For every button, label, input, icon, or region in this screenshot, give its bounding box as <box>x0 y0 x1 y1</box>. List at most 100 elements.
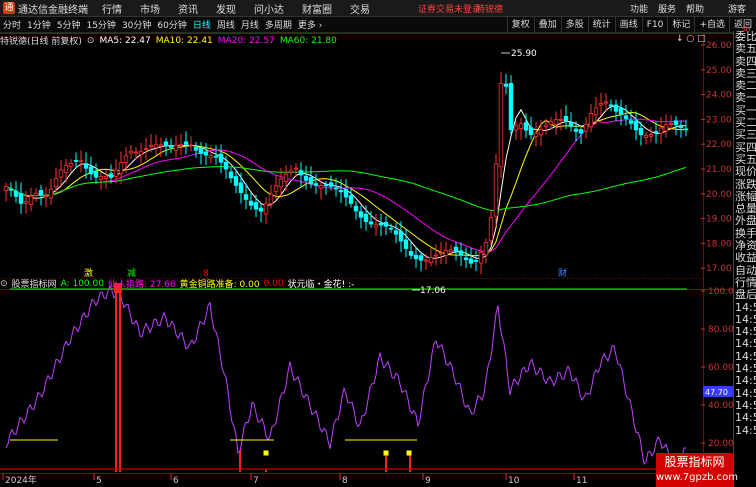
side-panel-item[interactable]: 14:50 <box>734 326 756 338</box>
side-panel-item[interactable]: 买一 <box>734 105 756 117</box>
indicator-tick-label: 60.00 <box>708 363 733 373</box>
candle-body <box>568 121 574 127</box>
candle-body <box>78 160 84 163</box>
price-tick-label: 26.00 <box>706 41 732 51</box>
side-panel-item[interactable]: 行情 <box>734 277 756 289</box>
signal-marker <box>263 450 269 456</box>
side-panel-item[interactable]: 盘后 <box>734 289 756 301</box>
date-tick-label: 10 <box>508 476 520 486</box>
candle-body <box>183 141 189 145</box>
candle-body <box>63 165 69 174</box>
candle-body <box>453 246 459 252</box>
candle-body <box>203 151 209 156</box>
candle-body <box>603 101 609 104</box>
side-panel-item[interactable]: 外盘 <box>734 215 756 227</box>
candle-body <box>543 124 549 128</box>
side-panel-item[interactable]: 换手 <box>734 228 756 240</box>
side-panel-item[interactable]: 净资 <box>734 240 756 252</box>
side-panel-item[interactable]: 卖二 <box>734 80 756 92</box>
candle-body <box>443 250 449 256</box>
candle-body <box>533 132 539 138</box>
side-panel-item[interactable]: 14:50 <box>734 388 756 400</box>
side-panel-item[interactable]: 14:50 <box>734 412 756 424</box>
side-panel-item[interactable]: 买五 <box>734 154 756 166</box>
indicator-hjtl-label: 黄金铜路准备: 0.00 <box>179 280 260 290</box>
candle-body <box>168 145 174 148</box>
side-panel-item[interactable]: 14:50 <box>734 314 756 326</box>
chart-canvas[interactable]: 26.00 25.00 24.00 23.00 22.00 21.00 20.00 19.00… <box>0 0 733 487</box>
side-panel-item[interactable]: 买二 <box>734 117 756 129</box>
candle-body <box>433 254 439 257</box>
side-panel-item[interactable]: 自动 <box>734 265 756 277</box>
candle-body <box>288 170 294 173</box>
candle-body <box>153 144 159 149</box>
date-tick-label: 9 <box>425 476 431 486</box>
candle-body <box>318 185 324 189</box>
date-tick-label: 11 <box>576 476 587 486</box>
candle-body <box>508 82 514 131</box>
candle-body <box>83 163 89 169</box>
side-panel-item[interactable]: 14:50 <box>734 363 756 375</box>
candle-body <box>653 131 659 134</box>
side-panel-item[interactable]: 14:50 <box>734 338 756 350</box>
candle-body <box>173 144 179 151</box>
side-panel-item[interactable]: 14:50 <box>734 302 756 314</box>
candle-body <box>458 250 464 256</box>
side-panel-item[interactable]: 涨跌 <box>734 179 756 191</box>
candle-body <box>358 211 364 218</box>
side-panel-item[interactable]: 现价 <box>734 166 756 178</box>
indicator-tick-label: 40.00 <box>708 401 733 411</box>
side-panel-item[interactable]: 涨幅 <box>734 191 756 203</box>
chart-settings-icons[interactable]: ↓ ○ □ <box>676 34 706 44</box>
price-tick-label: 18.00 <box>706 239 732 249</box>
quote-side-panel[interactable]: 委比 卖五 卖四 卖三 卖二 卖一 买一 买二 买三 买四 买五 现价 涨跌 涨幅 总量 外盘 换手 净资 收益 自动… <box>733 31 756 487</box>
restore-icon[interactable]: ⊙ <box>87 36 95 46</box>
candle-body <box>493 163 499 217</box>
side-panel-item[interactable]: 收益 <box>734 252 756 264</box>
side-panel-item[interactable]: 买三 <box>734 129 756 141</box>
candle-body <box>528 127 534 135</box>
candle-body <box>253 202 259 210</box>
side-panel-item[interactable]: 14:50 <box>734 351 756 363</box>
candle-body <box>613 104 619 112</box>
watermark: 股票指标网 www.7gpzb.com <box>656 453 738 487</box>
candle-body <box>298 170 304 176</box>
candle-body <box>388 227 394 230</box>
candle-body <box>593 107 599 116</box>
side-panel-item[interactable]: 卖一 <box>734 92 756 104</box>
side-panel-item[interactable]: 卖五 <box>734 43 756 55</box>
ma10-label: MA10: 22.41 <box>155 35 213 46</box>
candle-body <box>113 169 119 177</box>
candle-body <box>293 167 299 170</box>
candle-body <box>93 171 99 178</box>
candle-body <box>578 129 584 134</box>
indicator-tick-label: 100.00 <box>708 287 733 297</box>
candle-body <box>573 128 579 132</box>
side-panel-item[interactable]: 卖四 <box>734 56 756 68</box>
side-panel-item[interactable]: 14:50 <box>734 375 756 387</box>
candle-body <box>633 120 639 131</box>
signal-marker <box>383 450 389 456</box>
candle-body <box>468 258 474 264</box>
indicator-tick-label: 80.00 <box>708 325 733 335</box>
ma5-label: MA5: 22.47 <box>99 35 151 46</box>
side-panel-item[interactable]: 总量 <box>734 203 756 215</box>
indicator-name[interactable]: 股票指标网 <box>12 277 57 290</box>
candle-body <box>403 239 409 249</box>
price-tick-label: 22.00 <box>706 140 732 150</box>
event-marker[interactable]: 财 <box>558 267 567 279</box>
candle-body <box>328 182 334 187</box>
price-tick-label: 25.00 <box>706 66 732 76</box>
date-tick-label: 8 <box>342 476 348 486</box>
side-panel-item[interactable]: 14:50 <box>734 425 756 437</box>
candle-body <box>323 184 329 187</box>
price-tick-label: 20.00 <box>706 190 732 200</box>
candle-body <box>518 123 524 130</box>
candle-body <box>413 254 419 260</box>
candle-body <box>588 113 594 128</box>
side-panel-item[interactable]: 买四 <box>734 142 756 154</box>
candle-body <box>248 200 254 206</box>
side-panel-item[interactable]: 14:50 <box>734 400 756 412</box>
indicator-settings-icon[interactable]: ⊙ <box>0 279 8 289</box>
side-panel-item[interactable]: 卖三 <box>734 68 756 80</box>
